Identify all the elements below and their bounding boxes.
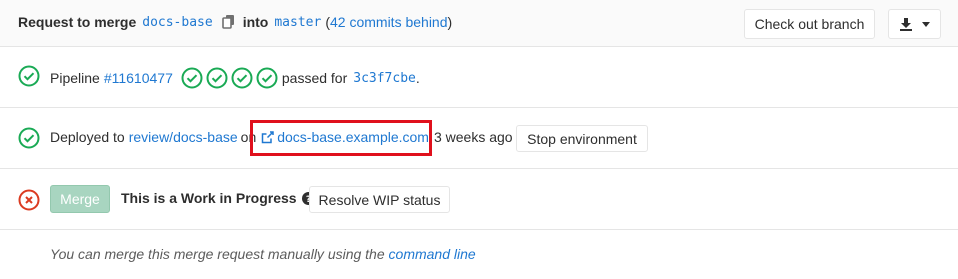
merge-button[interactable]: Merge [50, 185, 110, 213]
commit-sha-link[interactable]: 3c3f7cbe [353, 71, 416, 86]
deployment-success-icon [18, 127, 40, 149]
stage-passed-icon[interactable] [231, 67, 253, 89]
paren-close: ) [447, 14, 453, 30]
wip-text: This is a Work in Progress [121, 190, 297, 206]
pipeline-period: . [415, 70, 420, 86]
caret-down-icon [921, 22, 930, 27]
download-dropdown-button[interactable] [888, 9, 941, 39]
highlight-box [250, 120, 432, 156]
stage-passed-icon[interactable] [206, 67, 228, 89]
pipeline-status-text: passed for [281, 70, 348, 86]
commits-behind-link[interactable]: 42 commits behind [330, 14, 448, 30]
deploy-time: 3 weeks ago [433, 129, 513, 145]
status-failed-icon [18, 189, 40, 211]
manual-merge-label: You can merge this merge request manuall… [50, 246, 385, 262]
status-success-icon[interactable] [18, 65, 40, 87]
target-branch[interactable]: master [274, 15, 321, 30]
download-icon [899, 18, 912, 31]
merge-request-title: Request to merge docs-base into master (… [18, 14, 452, 30]
command-line-link[interactable]: command line [389, 246, 476, 262]
pipeline-row: Pipeline #11610477 passed for 3c3f7cbe . [0, 48, 958, 108]
pipeline-id-link[interactable]: #11610477 [104, 70, 173, 86]
pipeline-info: Pipeline #11610477 passed for 3c3f7cbe . [50, 67, 420, 89]
stage-passed-icon[interactable] [256, 67, 278, 89]
manual-merge-row: You can merge this merge request manuall… [0, 230, 958, 279]
copy-icon[interactable] [221, 14, 237, 30]
wip-status: This is a Work in Progress ? [121, 190, 315, 206]
merge-request-header: Request to merge docs-base into master (… [0, 0, 958, 47]
stage-passed-icon[interactable] [181, 67, 203, 89]
deployment-row: Deployed to review/docs-base on docs-bas… [0, 108, 958, 169]
resolve-wip-button[interactable]: Resolve WIP status [309, 186, 450, 213]
request-label: Request to merge [18, 14, 137, 30]
environment-link[interactable]: review/docs-base [129, 129, 238, 145]
deployed-to-label: Deployed to [50, 129, 125, 145]
source-branch[interactable]: docs-base [142, 15, 212, 30]
pipeline-label: Pipeline [50, 70, 100, 86]
into-label: into [242, 14, 269, 30]
check-out-branch-button[interactable]: Check out branch [744, 9, 875, 39]
stop-environment-button[interactable]: Stop environment [516, 125, 648, 152]
manual-merge-text: You can merge this merge request manuall… [50, 246, 476, 262]
merge-row: Merge This is a Work in Progress ? Resol… [0, 169, 958, 230]
